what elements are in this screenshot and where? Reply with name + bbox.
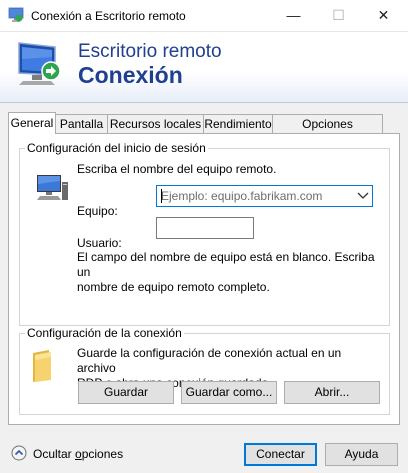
connect-button[interactable]: Conectar — [244, 443, 317, 466]
minimize-button[interactable]: — — [271, 0, 316, 31]
user-input[interactable] — [156, 217, 254, 239]
save-button[interactable]: Guardar — [78, 381, 174, 404]
header-divider — [0, 102, 408, 103]
warning-line-2: nombre de equipo remoto completo. — [77, 280, 270, 294]
login-settings-group: Configuración del inicio de sesión Escri… — [19, 141, 390, 326]
tab-panel-general: Configuración del inicio de sesión Escri… — [8, 133, 400, 425]
remote-desktop-monitor-icon — [15, 39, 67, 94]
chevron-up-circle-icon[interactable] — [11, 445, 27, 464]
hide-options-accesskey: o — [75, 447, 82, 461]
connection-line-1: Guarde la configuración de conexión actu… — [77, 346, 342, 375]
tab-recursos-locales[interactable]: Recursos locales — [107, 114, 204, 133]
computer-icon — [35, 173, 69, 208]
header-title-line2: Conexión — [78, 62, 183, 88]
tab-rendimiento[interactable]: Rendimiento — [203, 114, 273, 133]
tab-general[interactable]: General — [8, 112, 56, 134]
save-as-button[interactable]: Guardar como... — [181, 381, 277, 404]
login-settings-legend: Configuración del inicio de sesión — [25, 141, 208, 155]
user-label: Usuario: — [77, 236, 122, 250]
chevron-down-icon[interactable] — [357, 188, 369, 205]
connection-settings-legend: Configuración de la conexión — [25, 326, 184, 340]
blank-computer-warning: El campo del nombre de equipo está en bl… — [77, 250, 377, 295]
computer-placeholder: Ejemplo: equipo.fabrikam.com — [161, 189, 323, 203]
hide-options-pre: Ocultar — [33, 447, 76, 461]
title-bar: Conexión a Escritorio remoto — ☐ ✕ — [0, 0, 408, 32]
header-title-line1: Escritorio remoto — [78, 41, 222, 62]
warning-line-1: El campo del nombre de equipo está en bl… — [77, 250, 375, 279]
header-banner: Escritorio remoto Conexión — [0, 32, 408, 102]
close-button[interactable]: ✕ — [361, 0, 406, 31]
hide-options-post: pciones — [81, 447, 124, 461]
window-title: Conexión a Escritorio remoto — [31, 9, 186, 23]
help-button[interactable]: Ayuda — [325, 443, 398, 466]
tab-opciones-avanzadas[interactable]: Opciones avanzadas — [272, 114, 383, 149]
hide-options-link[interactable]: Ocultar opciones — [33, 447, 123, 461]
computer-label: Equipo: — [77, 204, 118, 218]
maximize-button[interactable]: ☐ — [316, 0, 361, 31]
folder-icon — [31, 349, 53, 386]
computer-combobox[interactable]: Ejemplo: equipo.fabrikam.com — [156, 185, 373, 207]
connection-settings-group: Configuración de la conexión Guarde la c… — [19, 326, 390, 415]
remote-computer-prompt: Escriba el nombre del equipo remoto. — [77, 162, 277, 176]
remote-desktop-icon — [8, 7, 24, 26]
tab-pantalla[interactable]: Pantalla — [55, 114, 108, 133]
open-button[interactable]: Abrir... — [284, 381, 380, 404]
